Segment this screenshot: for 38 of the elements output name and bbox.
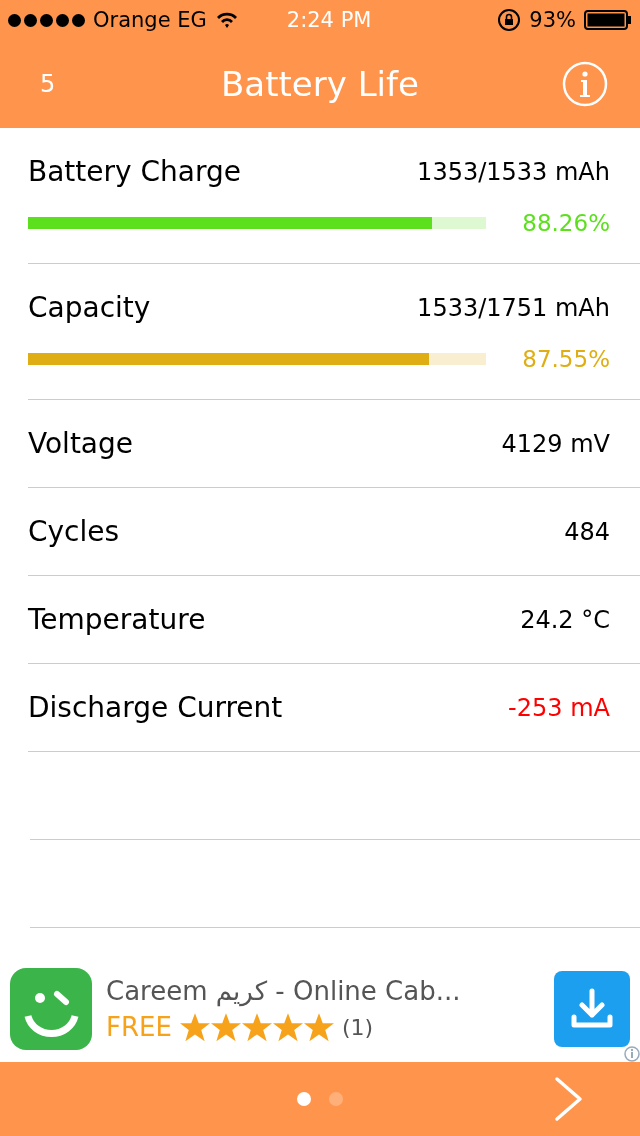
ad-info-icon[interactable] xyxy=(624,1046,640,1062)
star-icon xyxy=(303,1012,334,1042)
status-time: 2:24 PM xyxy=(286,8,372,32)
ad-title[interactable]: Careem كريم - Online Cab... xyxy=(106,976,540,1006)
battery-percent: 93% xyxy=(529,8,576,32)
count-label: 5 xyxy=(40,70,56,98)
row-value: 4129 mV xyxy=(501,429,610,458)
info-icon[interactable] xyxy=(562,61,608,107)
app-logo-icon[interactable] xyxy=(10,968,92,1050)
row-value: 24.2 °C xyxy=(520,605,610,634)
row-label: Capacity xyxy=(28,291,151,324)
download-button[interactable] xyxy=(554,971,630,1047)
row-value: 484 xyxy=(564,517,610,546)
row-label: Voltage xyxy=(28,427,134,460)
star-icon xyxy=(210,1012,241,1042)
percent-reading: 88.26% xyxy=(522,210,610,236)
percent-reading: 87.55% xyxy=(522,346,610,372)
price-label: FREE xyxy=(106,1012,172,1042)
star-icon xyxy=(241,1012,272,1042)
rating-count: (1) xyxy=(341,1014,374,1040)
carrier-name: Orange EG xyxy=(93,8,207,32)
star-icon xyxy=(179,1012,210,1042)
row-value: -253 mA xyxy=(508,693,610,722)
page-dot[interactable] xyxy=(329,1092,343,1106)
row-label: Discharge Current xyxy=(28,691,283,724)
signal-icon xyxy=(8,13,85,27)
row-value: 1533/1751 mAh xyxy=(417,293,610,322)
row-label: Battery Charge xyxy=(28,155,241,188)
download-icon xyxy=(570,987,614,1031)
battery-icon xyxy=(584,10,632,30)
page-title: Battery Life xyxy=(221,64,419,104)
page-dot[interactable] xyxy=(297,1092,311,1106)
next-icon[interactable] xyxy=(554,1076,584,1122)
row-label: Temperature xyxy=(28,603,206,636)
row-label: Cycles xyxy=(28,515,120,548)
star-icon xyxy=(272,1012,303,1042)
rotation-lock-icon xyxy=(497,8,522,32)
row-value: 1353/1533 mAh xyxy=(417,157,610,186)
